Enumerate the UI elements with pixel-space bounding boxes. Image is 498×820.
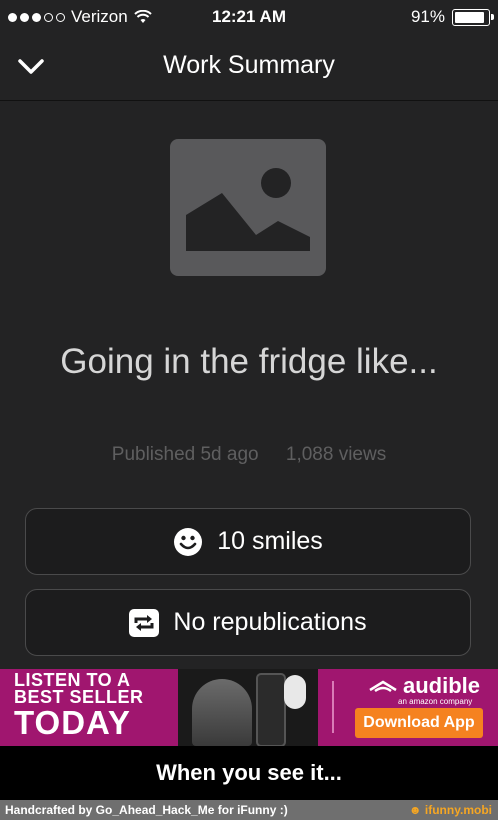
watermark-credit: Handcrafted by Go_Ahead_Hack_Me for iFun… xyxy=(5,803,288,817)
audible-ad-banner[interactable]: LISTEN TO A BEST SELLER TODAY audible an… xyxy=(0,669,498,746)
audible-logo: audible xyxy=(368,673,480,699)
post-caption: Going in the fridge like... xyxy=(60,342,438,381)
image-placeholder-icon xyxy=(170,139,326,276)
app-screen: Verizon 12:21 AM 91% Work Summary Going xyxy=(0,0,498,745)
ad-headline-line3: TODAY xyxy=(14,704,131,741)
view-count: 1,088 views xyxy=(285,444,387,465)
republications-label: No republications xyxy=(173,608,367,636)
smiley-icon xyxy=(174,527,203,556)
ifunny-link[interactable]: ☻ ifunny.mobi xyxy=(409,803,492,817)
ad-phone-image xyxy=(256,673,286,746)
ad-headline: LISTEN TO A BEST SELLER TODAY xyxy=(14,671,144,741)
smiles-button[interactable]: 10 smiles xyxy=(25,508,471,575)
ad-divider xyxy=(332,681,334,733)
audible-brand-text: audible xyxy=(403,673,481,698)
ad-earbuds-image xyxy=(284,675,306,709)
battery-fill xyxy=(455,11,485,23)
republish-icon xyxy=(129,608,160,637)
published-time: Published 5d ago xyxy=(111,444,259,465)
post-meta: Published 5d ago 1,088 views xyxy=(0,444,498,466)
ad-portrait xyxy=(192,679,252,746)
battery-group: 91% xyxy=(410,7,494,27)
smiles-label: 10 smiles xyxy=(217,527,323,555)
battery-percent: 91% xyxy=(410,7,445,26)
status-bar: Verizon 12:21 AM 91% xyxy=(0,0,498,34)
ad-photo xyxy=(178,669,318,746)
download-app-button[interactable]: Download App xyxy=(355,708,483,738)
watermark-footer: Handcrafted by Go_Ahead_Hack_Me for iFun… xyxy=(0,800,498,820)
battery-icon xyxy=(452,8,494,26)
meme-caption: When you see it... xyxy=(0,746,498,800)
republications-button[interactable]: No republications xyxy=(25,589,471,656)
site-name: ifunny.mobi xyxy=(424,803,492,817)
page-title: Work Summary xyxy=(163,51,335,79)
audible-tagline: an amazon company xyxy=(398,697,473,706)
audible-wave-icon xyxy=(369,680,397,693)
navigation-bar: Work Summary xyxy=(0,34,498,101)
